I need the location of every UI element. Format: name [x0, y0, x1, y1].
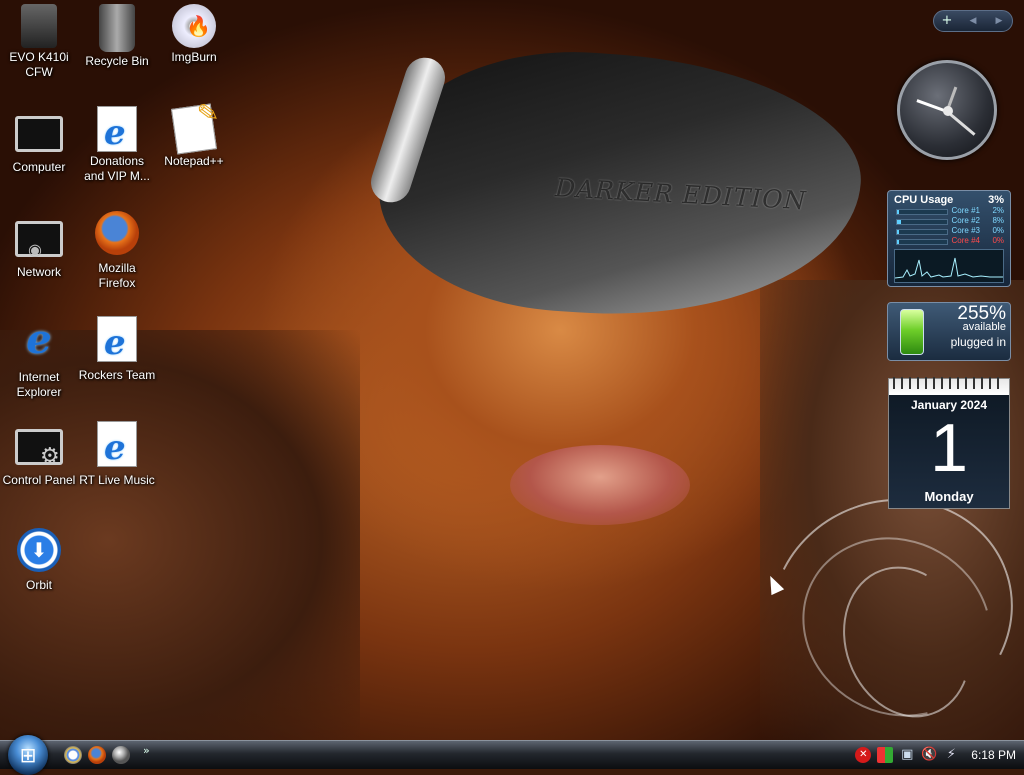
cpu-core-row: Core #4 0% [894, 236, 1004, 246]
windows-flag-icon[interactable] [877, 747, 894, 763]
notepad-plus-icon [170, 103, 218, 155]
folder-drive-icon [21, 4, 57, 48]
battery-available-label: available [962, 321, 1006, 333]
network-status-icon[interactable]: ▣ [899, 747, 915, 763]
cpu-core-name: Core #1 [951, 206, 980, 215]
cpu-usage-gadget[interactable]: CPU Usage 3% Core #1 2% Core #2 8% Core … [887, 190, 1011, 287]
firefox-icon [95, 211, 139, 255]
firefox-icon[interactable] [88, 746, 106, 764]
recycle-bin-icon [99, 4, 135, 52]
desktop-icon-rt-live-music[interactable]: e RT Live Music [78, 421, 156, 488]
cpu-core-bar [896, 209, 948, 215]
desktop-icon-notepad-plus[interactable]: Notepad++ [155, 103, 233, 169]
add-gadget-button[interactable]: + [934, 11, 960, 31]
gadget-prev-button[interactable]: ◀ [960, 11, 986, 31]
orbit-download-icon: ⬇ [17, 528, 61, 572]
cpu-core-pct: 2% [992, 206, 1004, 215]
desktop-icon-computer[interactable]: Computer [0, 112, 78, 175]
icon-label: RT Live Music [79, 473, 155, 487]
cpu-total: 3% [988, 194, 1004, 206]
cpu-core-bar [896, 239, 948, 245]
icon-label: EVO K410i CFW [9, 50, 69, 79]
cpu-core-pct: 0% [992, 236, 1004, 245]
icon-label: Orbit [25, 578, 52, 592]
clock-face [897, 60, 997, 160]
cpu-history-svg [895, 257, 1003, 279]
globe-icon[interactable] [112, 746, 130, 764]
imgburn-disc-icon [172, 4, 216, 48]
ie-document-icon: e [97, 316, 137, 363]
desktop-icon-recycle-bin[interactable]: Recycle Bin [78, 4, 156, 69]
calendar-day: 1 [930, 410, 968, 486]
desktop-icon-network[interactable]: Network [0, 217, 78, 280]
internet-explorer-icon: e [26, 316, 52, 363]
cpu-core-bar [896, 229, 948, 235]
battery-icon [900, 309, 924, 355]
icon-label: Mozilla Firefox [98, 261, 136, 290]
icon-label: Recycle Bin [85, 54, 149, 68]
icon-label: Donations and VIP M... [84, 154, 150, 183]
chrome-icon[interactable] [64, 746, 82, 764]
icon-label: Network [16, 265, 61, 279]
gadget-next-button[interactable]: ▶ [986, 11, 1012, 31]
security-alert-icon[interactable]: ✕ [855, 747, 872, 763]
icon-label: Control Panel [2, 473, 76, 487]
clock-center-pin [943, 106, 953, 116]
desktop-icon-internet-explorer[interactable]: e Internet Explorer [0, 316, 78, 400]
battery-status: plugged in [950, 335, 1006, 349]
cpu-core-name: Core #2 [951, 216, 980, 225]
icon-label: ImgBurn [171, 50, 217, 64]
computer-icon [15, 116, 63, 152]
cpu-history-graph [894, 249, 1004, 283]
power-icon[interactable]: ⚡ [943, 747, 959, 763]
cpu-core-row: Core #1 2% [894, 206, 1004, 216]
wallpaper-lips [510, 445, 690, 525]
desktop-icon-rockers-team[interactable]: e Rockers Team [78, 316, 156, 383]
calendar-weekday: Monday [924, 489, 974, 504]
desktop-icon-evo-k410i[interactable]: EVO K410i CFW [0, 4, 78, 80]
ie-document-icon: e [97, 106, 137, 153]
start-button[interactable]: ⊞ [8, 735, 48, 775]
control-panel-icon [15, 429, 63, 469]
desktop-icon-orbit[interactable]: ⬇ Orbit [0, 528, 78, 593]
cpu-core-bar [896, 219, 948, 225]
icon-label: Rockers Team [78, 368, 156, 382]
cpu-core-row: Core #2 8% [894, 216, 1004, 226]
network-icon [15, 221, 63, 259]
gadget-toolbar: + ◀ ▶ [933, 10, 1013, 32]
icon-label: Internet Explorer [16, 370, 62, 399]
desktop-icon-imgburn[interactable]: ImgBurn [155, 4, 233, 65]
cpu-core-pct: 0% [992, 226, 1004, 235]
icon-label: Notepad++ [164, 154, 224, 168]
taskbar-clock[interactable]: 6:18 PM [971, 748, 1016, 762]
cpu-title: CPU Usage [894, 194, 954, 206]
desktop-icon-donations[interactable]: e Donations and VIP M... [78, 106, 156, 184]
battery-gadget[interactable]: 255% available plugged in [887, 302, 1011, 361]
desktop-icon-control-panel[interactable]: Control Panel [0, 427, 78, 488]
cpu-core-name: Core #3 [951, 226, 980, 235]
quick-launch-overflow-button[interactable]: » [143, 744, 150, 757]
windows-orb-icon: ⊞ [19, 743, 37, 767]
taskbar: ⊞ » ✕ ▣ 🔇 ⚡ 6:18 PM [0, 735, 1024, 775]
cpu-core-pct: 8% [992, 216, 1004, 225]
cpu-core-row: Core #3 0% [894, 226, 1004, 236]
system-tray: ✕ ▣ 🔇 ⚡ 6:18 PM [855, 741, 1016, 769]
icon-label: Computer [12, 160, 66, 174]
calendar-binding-rings [893, 377, 1005, 389]
clock-gadget[interactable] [887, 58, 1011, 162]
ie-document-icon: e [97, 421, 137, 468]
desktop-icon-firefox[interactable]: Mozilla Firefox [78, 211, 156, 291]
volume-muted-icon[interactable]: 🔇 [921, 747, 937, 763]
calendar-gadget[interactable]: January 2024 1 Monday [888, 377, 1010, 509]
cpu-core-name: Core #4 [951, 236, 980, 245]
